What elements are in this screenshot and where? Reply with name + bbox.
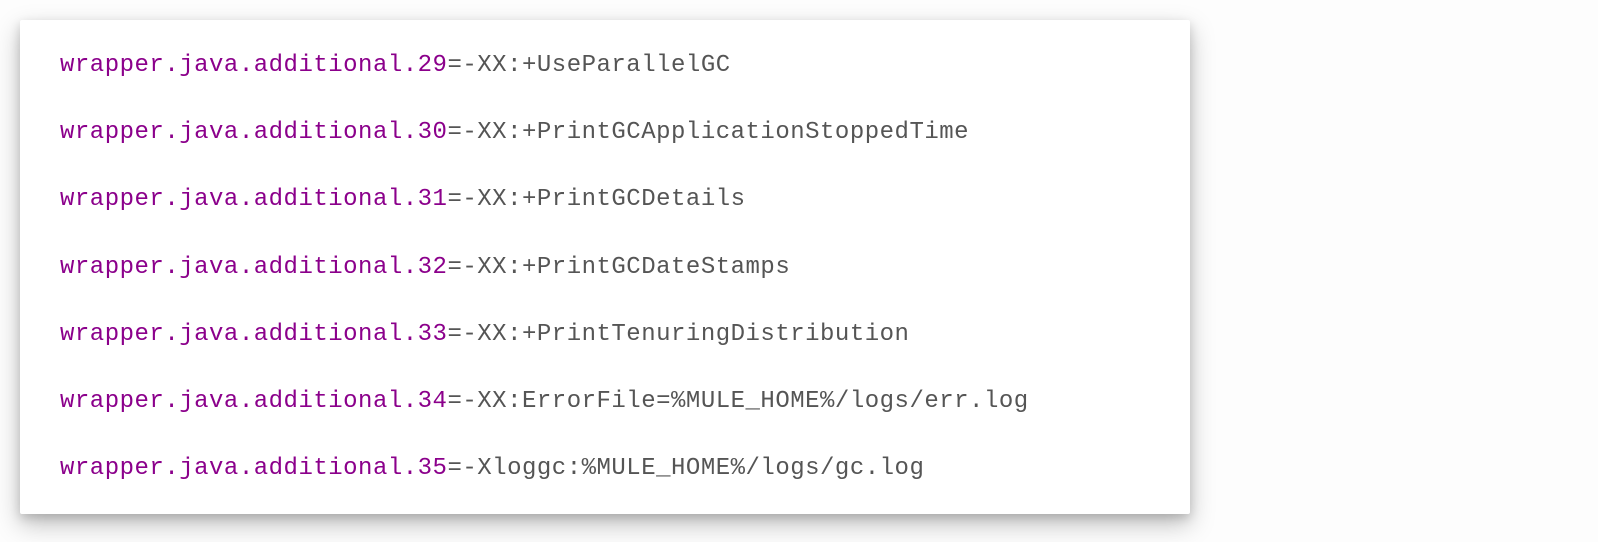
config-value: -XX:ErrorFile=%MULE_HOME%/logs/err.log: [462, 388, 1028, 415]
config-value: -XX:+PrintTenuringDistribution: [462, 321, 909, 348]
config-line: wrapper.java.additional.29=-XX:+UseParal…: [60, 50, 1150, 81]
config-line: wrapper.java.additional.33=-XX:+PrintTen…: [60, 319, 1150, 350]
config-key: wrapper.java.additional.29: [60, 52, 447, 79]
config-value: -XX:+PrintGCDateStamps: [462, 254, 790, 281]
equals-separator: =: [447, 119, 462, 146]
config-value: -XX:+UseParallelGC: [462, 52, 730, 79]
equals-separator: =: [447, 321, 462, 348]
config-key: wrapper.java.additional.32: [60, 254, 447, 281]
config-key: wrapper.java.additional.31: [60, 186, 447, 213]
config-line: wrapper.java.additional.35=-Xloggc:%MULE…: [60, 453, 1150, 484]
config-key: wrapper.java.additional.34: [60, 388, 447, 415]
config-line: wrapper.java.additional.32=-XX:+PrintGCD…: [60, 252, 1150, 283]
config-line: wrapper.java.additional.30=-XX:+PrintGCA…: [60, 117, 1150, 148]
equals-separator: =: [447, 52, 462, 79]
config-code-block: wrapper.java.additional.29=-XX:+UseParal…: [20, 20, 1190, 514]
config-key: wrapper.java.additional.30: [60, 119, 447, 146]
equals-separator: =: [447, 388, 462, 415]
config-value: -XX:+PrintGCApplicationStoppedTime: [462, 119, 969, 146]
equals-separator: =: [447, 186, 462, 213]
config-value: -XX:+PrintGCDetails: [462, 186, 745, 213]
equals-separator: =: [447, 254, 462, 281]
config-key: wrapper.java.additional.35: [60, 455, 447, 482]
config-line: wrapper.java.additional.34=-XX:ErrorFile…: [60, 386, 1150, 417]
config-value: -Xloggc:%MULE_HOME%/logs/gc.log: [462, 455, 924, 482]
config-line: wrapper.java.additional.31=-XX:+PrintGCD…: [60, 184, 1150, 215]
config-key: wrapper.java.additional.33: [60, 321, 447, 348]
equals-separator: =: [447, 455, 462, 482]
